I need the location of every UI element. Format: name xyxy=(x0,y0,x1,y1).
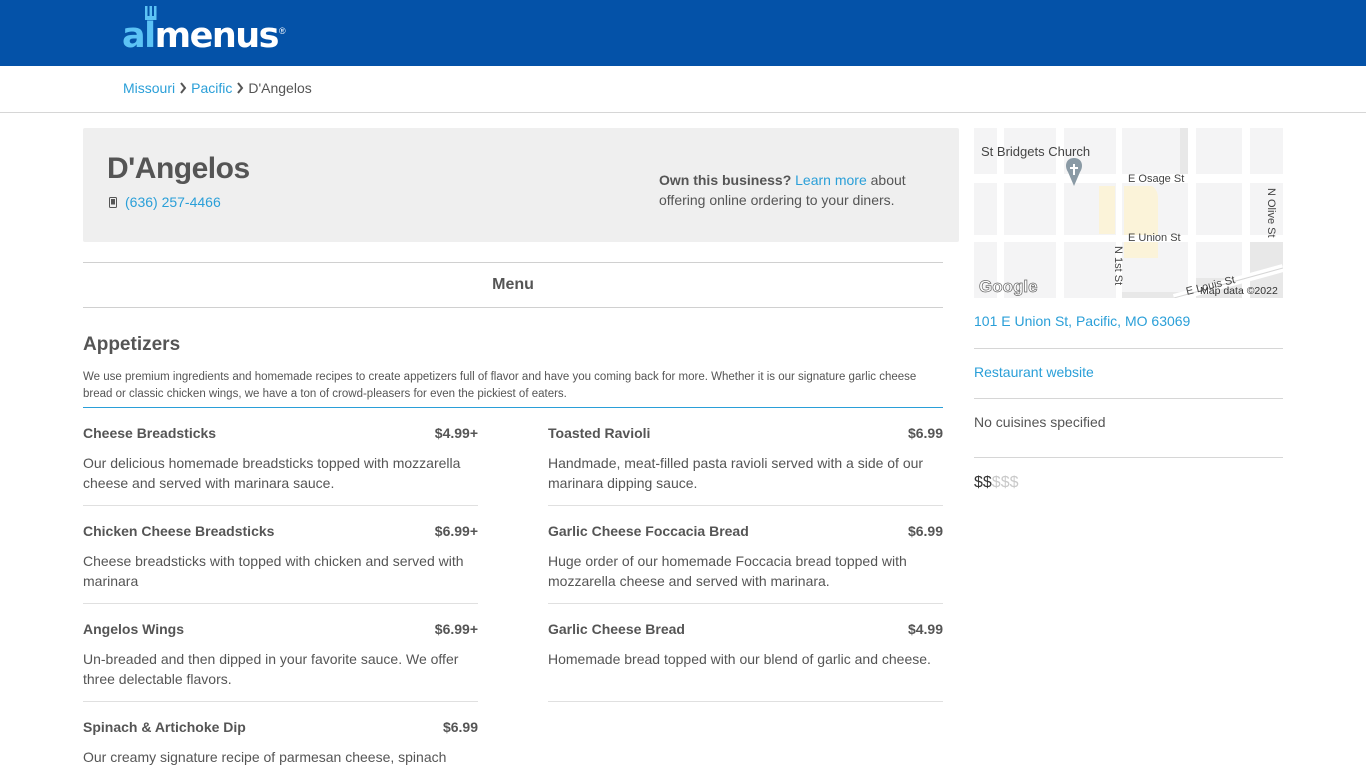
menu-item-name: Garlic Cheese Bread xyxy=(548,621,685,637)
phone-icon xyxy=(109,196,117,208)
menu-item[interactable]: Garlic Cheese Bread $4.99 Homemade bread … xyxy=(548,621,943,702)
menu-item-name: Toasted Ravioli xyxy=(548,425,651,441)
price-active: $$ xyxy=(974,474,992,491)
restaurant-address-link[interactable]: 101 E Union St, Pacific, MO 63069 xyxy=(974,313,1190,329)
restaurant-info-card: D'Angelos (636) 257-4466 Own this busine… xyxy=(83,128,959,242)
section-title: Appetizers xyxy=(83,334,181,355)
menu-item-description: Handmade, meat-filled pasta ravioli serv… xyxy=(548,455,924,491)
menu-item-price: $4.99+ xyxy=(434,425,478,441)
menu-item[interactable]: Chicken Cheese Breadsticks $6.99+ Cheese … xyxy=(83,523,478,604)
map-label-olive: N Olive St xyxy=(1265,188,1277,238)
map-graphic: St Bridgets Church E Osage St E Union St… xyxy=(974,128,1283,298)
breadcrumb-bar: Missouri Pacific D'Angelos xyxy=(0,66,1366,113)
menu-item-name: Cheese Breadsticks xyxy=(83,425,217,441)
price-rating: $$$$$ xyxy=(974,474,1019,492)
breadcrumb: Missouri Pacific D'Angelos xyxy=(123,80,312,96)
menu-item[interactable]: Angelos Wings $6.99+ Un-breaded and then … xyxy=(83,621,478,702)
menu-item-name: Garlic Cheese Foccacia Bread xyxy=(548,523,749,539)
menu-item-description: Our creamy signature recipe of parmesan … xyxy=(83,749,447,765)
menu-item-description: Un-breaded and then dipped in your favor… xyxy=(83,651,459,687)
allmenus-logo[interactable]: almenus ® xyxy=(122,6,286,54)
menu-item-price: $4.99 xyxy=(907,621,943,637)
price-inactive: $$$ xyxy=(991,474,1019,491)
phone-row: (636) 257-4466 xyxy=(109,194,221,210)
cuisines-text: No cuisines specified xyxy=(974,414,1106,430)
menu-item-price: $6.99+ xyxy=(434,523,478,539)
menu-item-price: $6.99 xyxy=(442,719,478,735)
menu-item[interactable]: Spinach & Artichoke Dip $6.99 Our creamy … xyxy=(83,719,478,779)
map-attribution: Map data ©2022 xyxy=(1200,285,1278,297)
breadcrumb-missouri[interactable]: Missouri xyxy=(123,80,175,96)
divider xyxy=(974,457,1283,458)
divider xyxy=(974,348,1283,349)
menu-item-name: Angelos Wings xyxy=(83,621,184,637)
menu-item[interactable]: Cheese Breadsticks $4.99+ Our delicious h… xyxy=(83,425,478,506)
menu-item-price: $6.99 xyxy=(907,425,943,441)
own-business-note: Own this business? Learn more about offe… xyxy=(659,170,939,210)
restaurant-name: D'Angelos xyxy=(107,152,250,185)
menu-item-description: Homemade bread topped with our blend of … xyxy=(548,651,931,667)
menu-item-description: Huge order of our homemade Foccacia brea… xyxy=(548,553,907,589)
phone-link[interactable]: (636) 257-4466 xyxy=(125,194,221,210)
fork-icon xyxy=(145,6,157,20)
menu-item-price: $6.99 xyxy=(907,523,943,539)
chevron-right-icon xyxy=(180,82,187,94)
menu-item-description: Our delicious homemade breadsticks toppe… xyxy=(83,455,461,491)
restaurant-website-link[interactable]: Restaurant website xyxy=(974,364,1094,380)
tab-menu[interactable]: Menu xyxy=(83,262,943,308)
section-description: We use premium ingredients and homemade … xyxy=(83,369,943,408)
menu-item-name: Spinach & Artichoke Dip xyxy=(83,719,246,735)
map-label-church: St Bridgets Church xyxy=(981,144,1090,159)
top-header: almenus ® xyxy=(0,0,1366,66)
menu-item[interactable]: Garlic Cheese Foccacia Bread $6.99 Huge o… xyxy=(548,523,943,604)
google-logo: Google xyxy=(979,277,1038,296)
menu-item[interactable]: Toasted Ravioli $6.99 Handmade, meat-fill… xyxy=(548,425,943,506)
breadcrumb-pacific[interactable]: Pacific xyxy=(191,80,232,96)
map-label-osage: E Osage St xyxy=(1128,173,1184,185)
map-label-first: N 1st St xyxy=(1112,246,1124,285)
learn-more-link[interactable]: Learn more xyxy=(795,172,867,188)
breadcrumb-current: D'Angelos xyxy=(248,80,312,96)
map-label-union: E Union St xyxy=(1128,232,1181,244)
logo-main: menus xyxy=(154,16,280,56)
menu-item-description: Cheese breadsticks with topped with chic… xyxy=(83,553,464,589)
location-map[interactable]: St Bridgets Church E Osage St E Union St… xyxy=(974,128,1283,298)
own-business-label: Own this business? xyxy=(659,172,792,188)
divider xyxy=(974,398,1283,399)
menu-item-name: Chicken Cheese Breadsticks xyxy=(83,523,275,539)
menu-item-price: $6.99+ xyxy=(434,621,478,637)
chevron-right-icon xyxy=(237,82,244,94)
logo-registered-mark: ® xyxy=(279,26,286,36)
